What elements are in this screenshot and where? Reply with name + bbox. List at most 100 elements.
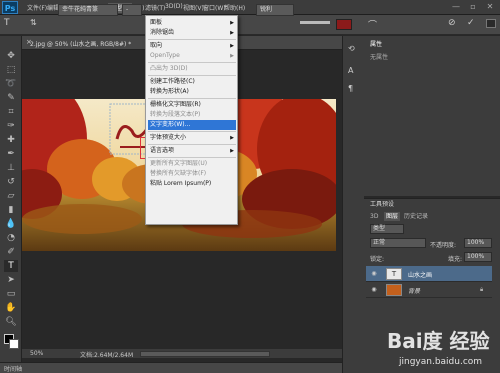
doc-size-info: 文档:2.64M/2.64M	[80, 352, 134, 359]
blur-tool-icon[interactable]: 💧	[4, 218, 18, 230]
menu-item-label: 文字变形(W)...	[150, 121, 191, 128]
dropdown-menu-item[interactable]: 替换所有欠缺字体(F)	[148, 169, 236, 179]
menu-item-label: 字体预览大小	[150, 134, 187, 141]
zoom-tool-icon[interactable]: 🔍︎	[4, 316, 18, 328]
minimize-button[interactable]: —	[448, 1, 464, 13]
move-tool-icon[interactable]: ✥	[4, 50, 18, 62]
text-color-swatch[interactable]	[336, 19, 352, 30]
eraser-tool-icon[interactable]: ▱	[4, 190, 18, 202]
hand-tool-icon[interactable]: ✋	[4, 302, 18, 314]
fill-input[interactable]: 100%	[464, 252, 492, 262]
properties-title[interactable]: 属性	[370, 40, 382, 49]
menu-separator	[148, 75, 236, 76]
paragraph-panel-icon[interactable]: ¶	[348, 84, 353, 93]
submenu-arrow-icon: ▶	[230, 53, 234, 59]
layer-name-text[interactable]: 山水之画	[408, 270, 432, 279]
quick-select-icon[interactable]: ✎	[4, 92, 18, 104]
dropdown-menu-item[interactable]: 面板 ▶	[148, 18, 236, 28]
type-tool-button[interactable]: T	[4, 260, 18, 272]
cancel-icon[interactable]: ⊘	[448, 18, 456, 28]
tab-history[interactable]: 历史记录	[404, 212, 428, 221]
tab-layers[interactable]: 图层	[384, 212, 401, 221]
shape-tool-icon[interactable]: ▭	[4, 288, 18, 300]
history-panel-icon[interactable]: ⟲	[348, 44, 355, 53]
layer-filter-select[interactable]: 类型	[370, 224, 404, 234]
properties-empty-text: 无属性	[370, 54, 389, 61]
dropdown-menu-item[interactable]: 消除锯齿 ▶	[148, 28, 236, 38]
dropdown-menu-item[interactable]: 粘贴 Lorem Ipsum(P)	[148, 179, 236, 189]
background-color-swatch[interactable]	[9, 339, 19, 349]
dropdown-menu-item[interactable]: 转换为段落文本(P)	[148, 110, 236, 120]
dropdown-menu-item[interactable]: 字体预览大小 ▶	[148, 133, 236, 143]
opacity-input[interactable]: 100%	[464, 238, 492, 248]
blend-mode-select[interactable]: 正常	[370, 238, 426, 248]
menu-item-label: 语言选项	[150, 147, 175, 154]
menu-item[interactable]: 帮助(H)	[224, 3, 245, 13]
dropdown-menu-item[interactable]: 创建工作路径(C)	[148, 77, 236, 87]
visibility-eye-icon[interactable]: ◉	[369, 270, 379, 277]
layer-name-background[interactable]: 背景	[408, 286, 420, 295]
layer-row-background[interactable]	[366, 282, 492, 298]
dropdown-menu-item[interactable]: OpenType ▶	[148, 51, 236, 61]
watermark-brand: Bai度 经验	[387, 329, 490, 353]
tool-presets-header[interactable]: 工具预设	[370, 200, 394, 209]
align-icons[interactable]	[300, 21, 330, 24]
lock-icon: 🔒︎	[480, 286, 484, 293]
tab-3d[interactable]: 3D	[370, 212, 378, 221]
dropdown-menu-item[interactable]: 转换为形状(A)	[148, 87, 236, 97]
menu-item-label: 替换所有欠缺字体(F)	[150, 170, 207, 177]
menu-item-label: 取向	[150, 42, 163, 49]
font-style-select[interactable]: -	[122, 4, 142, 16]
submenu-arrow-icon: ▶	[230, 30, 234, 36]
photoshop-logo: Ps	[2, 1, 18, 14]
menu-item[interactable]: 视图(V)	[183, 3, 204, 13]
dropdown-menu-item[interactable]: 文字变形(W)...	[148, 120, 236, 130]
dodge-tool-icon[interactable]: ◔	[4, 232, 18, 244]
close-window-button[interactable]: ✕	[482, 1, 498, 13]
menu-item-label: 粘贴 Lorem Ipsum(P)	[150, 180, 212, 187]
menu-item-label: 栅格化文字图层(R)	[150, 101, 201, 108]
character-panel-icon[interactable]: A	[348, 66, 353, 75]
menu-separator	[148, 62, 236, 63]
healing-brush-icon[interactable]: ✚	[4, 134, 18, 146]
dropdown-menu-item[interactable]: 取向 ▶	[148, 41, 236, 51]
menu-item[interactable]: 文件(F)	[27, 3, 47, 13]
brush-tool-icon[interactable]: ✒	[4, 148, 18, 160]
dropdown-menu-item[interactable]: 语言选项 ▶	[148, 146, 236, 156]
maximize-button[interactable]: ▫	[465, 1, 481, 13]
path-select-icon[interactable]: ➤	[4, 274, 18, 286]
gradient-tool-icon[interactable]: ▮	[4, 204, 18, 216]
history-brush-icon[interactable]: ↺	[4, 176, 18, 188]
font-family-select[interactable]: 幸牛花纯青篆	[58, 4, 118, 16]
marquee-tool-icon[interactable]: ⬚	[4, 64, 18, 76]
commit-icon[interactable]: ✓	[467, 18, 475, 28]
menu-item-label: 消除锯齿	[150, 29, 175, 36]
visibility-eye-icon[interactable]: ◉	[369, 286, 379, 293]
menu-item-label: OpenType	[150, 52, 180, 59]
menu-separator	[148, 39, 236, 40]
menu-item[interactable]: 3D(D)	[165, 3, 183, 13]
baidu-watermark: Bai度 经验 jingyan.baidu.com	[387, 329, 490, 367]
type-tool-icon[interactable]: T	[4, 18, 10, 28]
lock-label: 锁定:	[370, 256, 385, 263]
dropdown-menu-item[interactable]: 更新所有文字图层(U)	[148, 159, 236, 169]
antialias-select[interactable]: 锐利	[256, 4, 294, 16]
menu-item-label: 面板	[150, 19, 163, 26]
watermark-url: jingyan.baidu.com	[398, 357, 482, 367]
dropdown-menu-item[interactable]: 栅格化文字图层(R)	[148, 100, 236, 110]
warp-text-icon[interactable]: ⌒	[368, 18, 377, 31]
crop-tool-icon[interactable]: ⌗	[4, 106, 18, 118]
workspace-icon[interactable]	[486, 19, 496, 28]
horizontal-scrollbar[interactable]	[140, 351, 270, 357]
submenu-arrow-icon: ▶	[230, 43, 234, 49]
text-orientation-icon[interactable]: ⇅	[30, 18, 37, 27]
menu-item[interactable]: 窗口(W)	[203, 3, 226, 13]
pen-tool-icon[interactable]: ✐	[4, 246, 18, 258]
dropdown-menu-item[interactable]: 凸出为 3D(D)	[148, 64, 236, 74]
clone-stamp-icon[interactable]: ⊥	[4, 162, 18, 174]
lasso-tool-icon[interactable]: ➰	[4, 78, 18, 90]
menu-item[interactable]: 滤镜(T)	[145, 3, 165, 13]
eyedropper-tool-icon[interactable]: ✑	[4, 120, 18, 132]
timeline-label[interactable]: 时间轴	[4, 364, 22, 373]
zoom-level[interactable]: 50%	[30, 350, 43, 357]
